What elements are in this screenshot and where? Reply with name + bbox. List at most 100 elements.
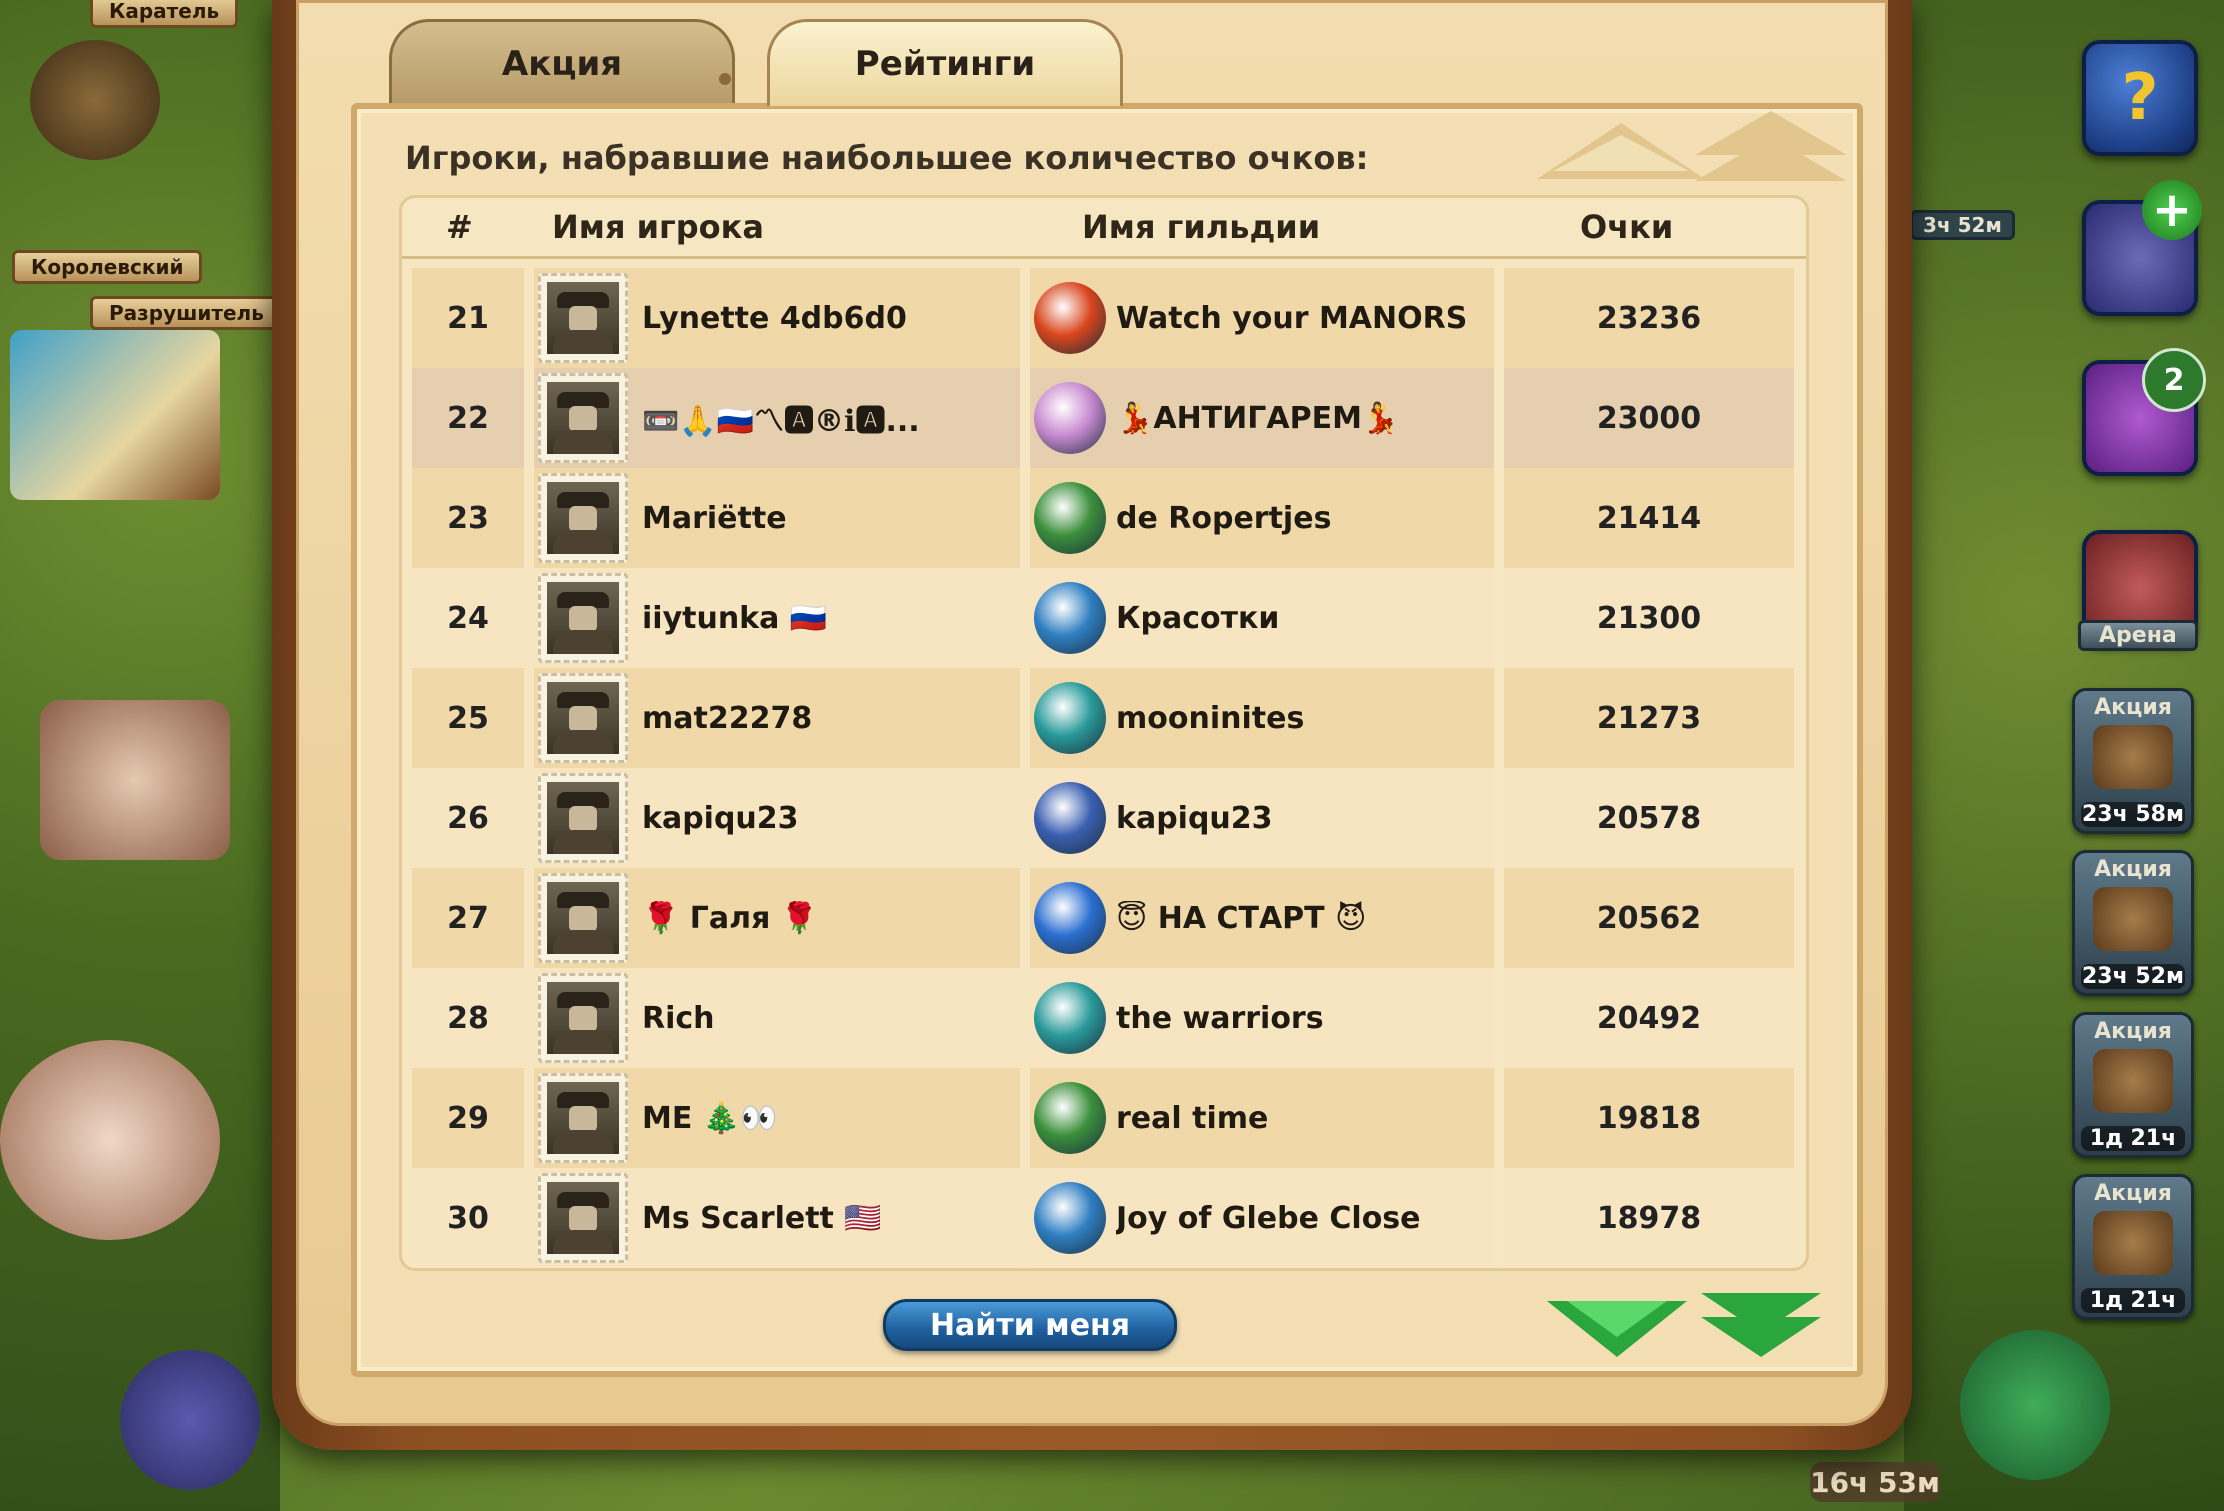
guild-cell[interactable]: Красотки xyxy=(1030,568,1494,668)
table-row[interactable]: 25 mat22278 mooninites 21273 xyxy=(412,668,1794,768)
tab-rivet xyxy=(719,73,731,85)
player-cell[interactable]: Ms Scarlett 🇺🇸 xyxy=(534,1168,1020,1268)
player-avatar xyxy=(538,673,628,763)
player-cell[interactable]: Mariëtte xyxy=(534,468,1020,568)
rank-value: 24 xyxy=(447,600,489,636)
score-cell: 20492 xyxy=(1504,968,1794,1068)
add-plus-icon[interactable]: + xyxy=(2142,180,2202,240)
player-name: Mariëtte xyxy=(642,500,787,536)
score-cell: 19818 xyxy=(1504,1068,1794,1168)
table-row[interactable]: 29 ME 🎄👀 real time 19818 xyxy=(412,1068,1794,1168)
arena-label: Арена xyxy=(2078,620,2198,651)
guild-emblem-icon xyxy=(1034,682,1106,754)
player-cell[interactable]: kapiqu23 xyxy=(534,768,1020,868)
bottom-timer: 16ч 53м xyxy=(1810,1462,1940,1502)
scroll-bottom-button[interactable] xyxy=(1701,1289,1851,1369)
player-avatar xyxy=(538,873,628,963)
score-value: 20492 xyxy=(1596,1000,1702,1036)
table-row[interactable]: 27 🌹 Галя 🌹 😇 НА СТАРТ 😈 20562 xyxy=(412,868,1794,968)
guild-cell[interactable]: the warriors xyxy=(1030,968,1494,1068)
table-row[interactable]: 30 Ms Scarlett 🇺🇸 Joy of Glebe Close 189… xyxy=(412,1168,1794,1268)
promo-card-3[interactable]: Акция 1д 21ч xyxy=(2072,1012,2194,1158)
detective-portrait-icon xyxy=(547,482,619,554)
guild-cell[interactable]: real time xyxy=(1030,1068,1494,1168)
guild-cell[interactable]: Watch your MANORS xyxy=(1030,268,1494,368)
scroll-down-button[interactable] xyxy=(1547,1293,1697,1363)
scroll-up-button[interactable] xyxy=(1537,115,1705,185)
timer-label-top: 3ч 52м xyxy=(1910,210,2015,240)
player-cell[interactable]: ME 🎄👀 xyxy=(534,1068,1020,1168)
table-row[interactable]: 26 kapiqu23 kapiqu23 20578 xyxy=(412,768,1794,868)
tab-ratings[interactable]: Рейтинги xyxy=(767,19,1123,106)
find-me-button[interactable]: Найти меня xyxy=(883,1299,1177,1351)
potion-button[interactable] xyxy=(1960,1330,2110,1480)
promo-timer: 1д 21ч xyxy=(2081,1126,2185,1151)
player-cell[interactable]: mat22278 xyxy=(534,668,1020,768)
table-row[interactable]: 28 Rich the warriors 20492 xyxy=(412,968,1794,1068)
promo-title: Акция xyxy=(2094,857,2172,882)
player-cell[interactable]: Rich xyxy=(534,968,1020,1068)
score-value: 19818 xyxy=(1596,1100,1702,1136)
player-avatar xyxy=(538,773,628,863)
player-name: mat22278 xyxy=(642,700,813,736)
detective-portrait-icon xyxy=(547,782,619,854)
header-score: Очки xyxy=(1580,208,1674,246)
suitcase-button[interactable] xyxy=(120,1350,260,1490)
player-cell[interactable]: 🌹 Галя 🌹 xyxy=(534,868,1020,968)
table-header: # Имя игрока Имя гильдии Очки xyxy=(402,198,1806,259)
detective-portrait-icon xyxy=(547,1182,619,1254)
guild-cell[interactable]: Joy of Glebe Close xyxy=(1030,1168,1494,1268)
promo-timer: 23ч 58м xyxy=(2081,802,2185,827)
player-cell[interactable]: 📼🙏🇷🇺〽🅰®ℹ🅰... xyxy=(534,368,1020,468)
player-name: Lynette 4db6d0 xyxy=(642,300,907,336)
score-cell: 18978 xyxy=(1504,1168,1794,1268)
guild-cell[interactable]: 😇 НА СТАРТ 😈 xyxy=(1030,868,1494,968)
promo-card-2[interactable]: Акция 23ч 52м xyxy=(2072,850,2194,996)
question-icon: ? xyxy=(2121,61,2159,135)
tab-promo[interactable]: Акция xyxy=(389,19,735,106)
rank-cell: 27 xyxy=(412,868,524,968)
score-cell: 21300 xyxy=(1504,568,1794,668)
guild-cell[interactable]: de Ropertjes xyxy=(1030,468,1494,568)
guild-cell[interactable]: kapiqu23 xyxy=(1030,768,1494,868)
player-cell[interactable]: Lynette 4db6d0 xyxy=(534,268,1020,368)
promo-image xyxy=(2093,725,2173,789)
party-table-decoration xyxy=(40,700,230,860)
rank-cell: 23 xyxy=(412,468,524,568)
guild-cell[interactable]: mooninites xyxy=(1030,668,1494,768)
rank-value: 21 xyxy=(447,300,489,336)
sign-destroyer[interactable]: Разрушитель xyxy=(90,296,283,330)
score-value: 23236 xyxy=(1596,300,1702,336)
rank-cell: 29 xyxy=(412,1068,524,1168)
table-row[interactable]: 23 Mariëtte de Ropertjes 21414 xyxy=(412,468,1794,568)
help-button[interactable]: ? xyxy=(2082,40,2198,156)
player-name: Rich xyxy=(642,1000,715,1036)
score-value: 21273 xyxy=(1596,700,1702,736)
guild-emblem-icon xyxy=(1034,882,1106,954)
sign-punisher[interactable]: Каратель xyxy=(90,0,239,28)
table-row[interactable]: 24 iiytunka 🇷🇺 Красотки 21300 xyxy=(412,568,1794,668)
promo-image xyxy=(2093,887,2173,951)
header-player: Имя игрока xyxy=(552,208,764,246)
player-cell[interactable]: iiytunka 🇷🇺 xyxy=(534,568,1020,668)
detective-portrait-icon xyxy=(547,682,619,754)
table-row[interactable]: 22 📼🙏🇷🇺〽🅰®ℹ🅰... 💃АНТИГАРЕМ💃 23000 xyxy=(412,368,1794,468)
table-row[interactable]: 21 Lynette 4db6d0 Watch your MANORS 2323… xyxy=(412,268,1794,368)
detective-portrait-icon xyxy=(547,582,619,654)
scroll-top-button[interactable] xyxy=(1695,109,1851,189)
guild-cell[interactable]: 💃АНТИГАРЕМ💃 xyxy=(1030,368,1494,468)
rank-value: 27 xyxy=(447,900,489,936)
ratings-window: Акция Рейтинги Игроки, набравшие наиболь… xyxy=(272,0,1912,1450)
detective-portrait-icon xyxy=(547,882,619,954)
guild-name: kapiqu23 xyxy=(1116,800,1273,836)
score-cell: 23236 xyxy=(1504,268,1794,368)
guild-emblem-icon xyxy=(1034,982,1106,1054)
rank-cell: 22 xyxy=(412,368,524,468)
guild-emblem-icon xyxy=(1034,1182,1106,1254)
promo-title: Акция xyxy=(2094,1181,2172,1206)
promo-card-1[interactable]: Акция 23ч 58м xyxy=(2072,688,2194,834)
promo-card-4[interactable]: Акция 1д 21ч xyxy=(2072,1174,2194,1320)
table-rows: 21 Lynette 4db6d0 Watch your MANORS 2323… xyxy=(412,268,1794,1268)
sign-royal[interactable]: Королевский xyxy=(12,250,203,284)
rank-cell: 21 xyxy=(412,268,524,368)
